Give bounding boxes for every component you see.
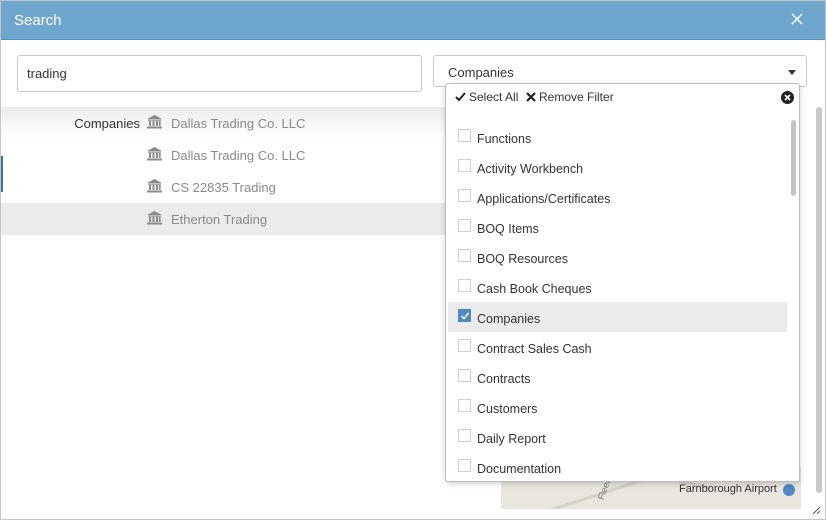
dropdown-options: Functions Activity Workbench Application… xyxy=(446,122,789,481)
checkbox[interactable] xyxy=(458,219,471,232)
option-companies[interactable]: Companies xyxy=(448,302,787,332)
option-contract-sales-cash[interactable]: Contract Sales Cash xyxy=(448,332,787,362)
option-contracts[interactable]: Contracts xyxy=(448,362,787,392)
checkbox[interactable] xyxy=(458,249,471,262)
airport-icon xyxy=(783,484,795,496)
map-place-label: Farnborough Airport xyxy=(679,483,777,495)
bank-icon xyxy=(147,147,162,161)
option-label: Contract Sales Cash xyxy=(477,342,592,356)
results-list: Companies Dallas Trading Co. LLC Dallas … xyxy=(1,107,445,235)
dropdown-actions: Select All Remove Filter xyxy=(446,84,799,112)
option-daily-report[interactable]: Daily Report xyxy=(448,422,787,452)
result-group-label: Companies xyxy=(74,116,140,131)
search-input[interactable] xyxy=(17,55,422,92)
chevron-down-icon[interactable] xyxy=(788,70,796,75)
option-functions[interactable]: Functions xyxy=(448,122,787,152)
result-row[interactable]: Dallas Trading Co. LLC xyxy=(1,139,445,171)
checkbox[interactable] xyxy=(458,129,471,142)
option-boq-resources[interactable]: BOQ Resources xyxy=(448,242,787,272)
option-activity-workbench[interactable]: Activity Workbench xyxy=(448,152,787,182)
result-name: Etherton Trading xyxy=(171,212,268,227)
option-applications-certificates[interactable]: Applications/Certificates xyxy=(448,182,787,212)
checkbox-checked[interactable] xyxy=(458,309,471,322)
select-all-button[interactable]: Select All xyxy=(455,90,518,104)
option-cash-book-cheques[interactable]: Cash Book Cheques xyxy=(448,272,787,302)
option-label: BOQ Resources xyxy=(477,252,569,266)
bank-icon xyxy=(147,211,162,225)
option-documentation[interactable]: Documentation xyxy=(448,452,787,481)
checkbox[interactable] xyxy=(458,279,471,292)
results-scrollbar[interactable] xyxy=(816,107,822,493)
close-icon[interactable] xyxy=(789,11,805,27)
option-label: Activity Workbench xyxy=(477,162,584,176)
checkbox[interactable] xyxy=(458,159,471,172)
option-label: Documentation xyxy=(477,462,562,476)
type-filter-dropdown: Select All Remove Filter Functions Activ… xyxy=(445,83,800,482)
option-label: Companies xyxy=(477,312,541,326)
checkbox[interactable] xyxy=(458,459,471,472)
checkbox[interactable] xyxy=(458,429,471,442)
option-label: Contracts xyxy=(477,372,531,386)
option-label: BOQ Items xyxy=(477,222,539,236)
option-boq-items[interactable]: BOQ Items xyxy=(448,212,787,242)
checkbox[interactable] xyxy=(458,189,471,202)
dialog-titlebar[interactable]: Search xyxy=(1,1,825,40)
type-filter-value: Companies xyxy=(448,65,514,80)
search-dialog: Search Companies Companies Dallas Tradin… xyxy=(0,0,826,520)
option-customers[interactable]: Customers xyxy=(448,392,787,422)
result-name: CS 22835 Trading xyxy=(171,180,276,195)
dialog-title: Search xyxy=(14,12,62,29)
checkbox[interactable] xyxy=(458,369,471,382)
bank-icon xyxy=(147,179,162,193)
dropdown-scrollbar[interactable] xyxy=(791,120,796,196)
remove-filter-label: Remove Filter xyxy=(539,90,614,104)
bank-icon xyxy=(147,115,162,129)
result-name: Dallas Trading Co. LLC xyxy=(171,116,306,131)
check-icon xyxy=(460,312,470,320)
result-row[interactable]: CS 22835 Trading xyxy=(1,171,445,203)
resize-grip-icon[interactable] xyxy=(811,505,821,515)
remove-filter-button[interactable]: Remove Filter xyxy=(526,90,614,104)
select-all-label: Select All xyxy=(469,90,519,104)
result-row[interactable]: Companies Dallas Trading Co. LLC xyxy=(1,107,445,139)
close-circle-icon[interactable] xyxy=(781,91,794,104)
result-name: Dallas Trading Co. LLC xyxy=(171,148,306,163)
check-icon xyxy=(455,92,466,102)
checkbox[interactable] xyxy=(458,399,471,412)
option-label: Cash Book Cheques xyxy=(477,282,592,296)
option-label: Customers xyxy=(477,402,538,416)
checkbox[interactable] xyxy=(458,339,471,352)
result-row[interactable]: Etherton Trading xyxy=(1,203,445,235)
option-label: Functions xyxy=(477,132,532,146)
option-label: Daily Report xyxy=(477,432,546,446)
x-icon xyxy=(526,92,536,102)
option-label: Applications/Certificates xyxy=(477,192,611,206)
